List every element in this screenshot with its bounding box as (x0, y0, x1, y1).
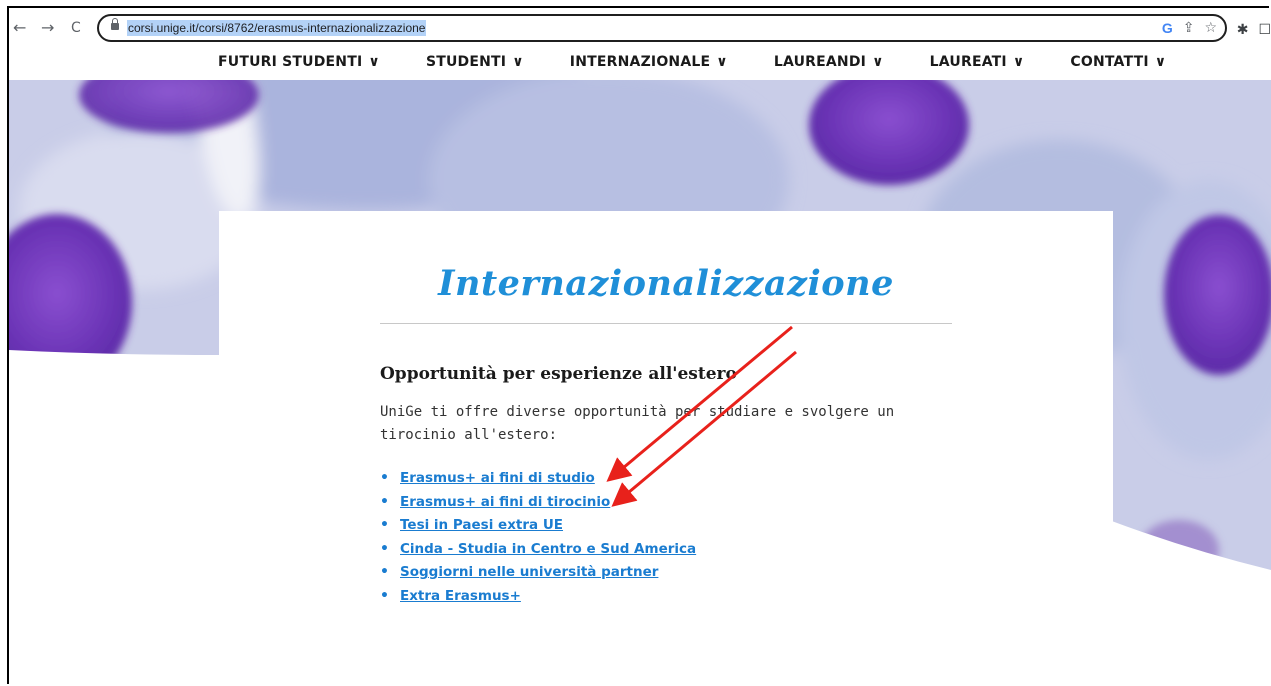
menu-item-contatti[interactable]: CONTATTI ∨ (1070, 54, 1166, 70)
site-navigation: FUTURI STUDENTI ∨ STUDENTI ∨ INTERNAZIONAL… (0, 48, 1271, 80)
menu-item-studenti[interactable]: STUDENTI ∨ (426, 54, 524, 70)
list-item: Soggiorni nelle università partner (380, 561, 696, 585)
list-item: Erasmus+ ai fini di studio (380, 467, 696, 491)
link-erasmus-studio[interactable]: Erasmus+ ai fini di studio (400, 470, 595, 486)
menu-label: LAUREATI (929, 54, 1007, 70)
intro-text: UniGe ti offre diverse opportunità per s… (380, 404, 895, 443)
menu-label: STUDENTI (425, 54, 507, 70)
list-item: Tesi in Paesi extra UE (380, 514, 696, 538)
menu-item-laureati[interactable]: LAUREATI ∨ (930, 54, 1025, 70)
list-item: Cinda - Studia in Centro e Sud America (380, 538, 696, 562)
content-card: Internazionalizzazione Opportunità per e… (219, 211, 1113, 686)
link-extra-erasmus[interactable]: Extra Erasmus+ (400, 588, 521, 604)
reload-icon[interactable]: C (71, 18, 81, 38)
opportunity-links-list: Erasmus+ ai fini di studio Erasmus+ ai f… (380, 467, 696, 608)
url-text[interactable]: corsi.unige.it/corsi/8762/erasmus-intern… (127, 20, 427, 36)
chevron-down-icon: ∨ (872, 54, 884, 70)
link-erasmus-tirocinio[interactable]: Erasmus+ ai fini di tirocinio (400, 494, 610, 510)
chevron-down-icon: ∨ (1012, 54, 1025, 70)
menu-item-futuri-studenti[interactable]: FUTURI STUDENTI ∨ (218, 54, 380, 70)
extensions-icon[interactable]: ✱ (1237, 22, 1249, 38)
list-item: Erasmus+ ai fini di tirocinio (380, 491, 696, 515)
browser-toolbar: ← → C corsi.unige.it/corsi/8762/erasmus-… (9, 8, 1271, 48)
link-cinda[interactable]: Cinda - Studia in Centro e Sud America (400, 541, 696, 557)
share-icon[interactable]: ⇪ (1183, 19, 1195, 37)
lock-icon[interactable] (111, 18, 119, 30)
forward-icon[interactable]: → (41, 18, 54, 38)
bookmark-star-icon[interactable]: ☆ (1204, 19, 1217, 37)
chevron-down-icon: ∨ (1154, 54, 1167, 70)
side-panel-icon[interactable]: ☐ (1258, 22, 1271, 38)
address-bar[interactable]: corsi.unige.it/corsi/8762/erasmus-intern… (97, 14, 1227, 42)
menu-item-internazionale[interactable]: INTERNAZIONALE ∨ (570, 54, 728, 70)
title-divider (380, 323, 952, 324)
link-tesi-extra-ue[interactable]: Tesi in Paesi extra UE (400, 517, 563, 533)
menu-label: FUTURI STUDENTI (218, 54, 363, 70)
menu-item-laureandi[interactable]: LAUREANDI ∨ (774, 54, 884, 70)
section-heading: Opportunità per esperienze all'estero (380, 364, 737, 384)
chevron-down-icon: ∨ (512, 54, 524, 70)
menu-label: LAUREANDI (773, 54, 867, 70)
menu-label: INTERNAZIONALE (569, 54, 711, 70)
link-soggiorni-partner[interactable]: Soggiorni nelle università partner (400, 564, 658, 580)
list-item: Extra Erasmus+ (380, 585, 696, 609)
chevron-down-icon: ∨ (368, 54, 380, 70)
chevron-down-icon: ∨ (716, 54, 728, 70)
main-menu: FUTURI STUDENTI ∨ STUDENTI ∨ INTERNAZIONAL… (218, 54, 1212, 70)
google-translate-icon[interactable]: G (1162, 19, 1173, 37)
back-icon[interactable]: ← (13, 18, 26, 38)
menu-label: CONTATTI (1070, 54, 1149, 70)
page-title: Internazionalizzazione (438, 263, 894, 304)
